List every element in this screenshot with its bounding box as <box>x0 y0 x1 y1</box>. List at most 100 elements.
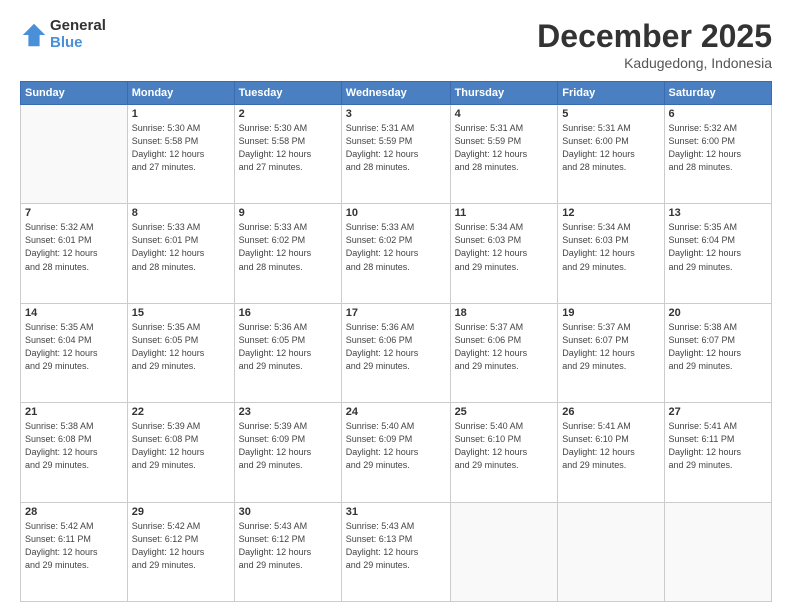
col-header-thursday: Thursday <box>450 82 558 105</box>
calendar-cell: 25Sunrise: 5:40 AM Sunset: 6:10 PM Dayli… <box>450 403 558 502</box>
day-info: Sunrise: 5:34 AM Sunset: 6:03 PM Dayligh… <box>455 221 554 273</box>
day-number: 8 <box>132 207 230 219</box>
day-number: 13 <box>669 207 767 219</box>
day-info: Sunrise: 5:34 AM Sunset: 6:03 PM Dayligh… <box>562 221 659 273</box>
day-info: Sunrise: 5:39 AM Sunset: 6:08 PM Dayligh… <box>132 420 230 472</box>
calendar-cell: 8 Sunrise: 5:33 AM Sunset: 6:01 PM Daylig… <box>127 204 234 303</box>
day-info: Sunrise: 5:39 AM Sunset: 6:09 PM Dayligh… <box>239 420 337 472</box>
calendar-cell: 15 Sunrise: 5:35 AM Sunset: 6:05 PM Dayli… <box>127 303 234 402</box>
day-info: Sunrise: 5:31 AM Sunset: 6:00 PM Dayligh… <box>562 122 659 174</box>
col-header-friday: Friday <box>558 82 664 105</box>
col-header-monday: Monday <box>127 82 234 105</box>
day-info: Sunrise: 5:33 AM Sunset: 6:02 PM Dayligh… <box>346 221 446 273</box>
day-number: 15 <box>132 307 230 319</box>
logo-icon <box>20 21 48 49</box>
day-info: Sunrise: 5:42 AM Sunset: 6:11 PM Dayligh… <box>25 520 123 572</box>
col-header-sunday: Sunday <box>21 82 128 105</box>
day-number: 17 <box>346 307 446 319</box>
day-number: 11 <box>455 207 554 219</box>
calendar-cell: 17Sunrise: 5:36 AM Sunset: 6:06 PM Dayli… <box>341 303 450 402</box>
calendar-cell: 6Sunrise: 5:32 AM Sunset: 6:00 PM Daylig… <box>664 105 771 204</box>
col-header-saturday: Saturday <box>664 82 771 105</box>
day-number: 12 <box>562 207 659 219</box>
day-info: Sunrise: 5:36 AM Sunset: 6:05 PM Dayligh… <box>239 321 337 373</box>
week-row-3: 21 Sunrise: 5:38 AM Sunset: 6:08 PM Dayli… <box>21 403 772 502</box>
day-number: 4 <box>455 108 554 120</box>
calendar-header-row: SundayMondayTuesdayWednesdayThursdayFrid… <box>21 82 772 105</box>
day-info: Sunrise: 5:31 AM Sunset: 5:59 PM Dayligh… <box>346 122 446 174</box>
day-number: 19 <box>562 307 659 319</box>
day-info: Sunrise: 5:38 AM Sunset: 6:07 PM Dayligh… <box>669 321 767 373</box>
day-number: 27 <box>669 406 767 418</box>
day-number: 14 <box>25 307 123 319</box>
day-info: Sunrise: 5:43 AM Sunset: 6:13 PM Dayligh… <box>346 520 446 572</box>
calendar-cell: 16 Sunrise: 5:36 AM Sunset: 6:05 PM Dayli… <box>234 303 341 402</box>
calendar-cell: 12 Sunrise: 5:34 AM Sunset: 6:03 PM Dayli… <box>558 204 664 303</box>
day-number: 29 <box>132 506 230 518</box>
day-info: Sunrise: 5:42 AM Sunset: 6:12 PM Dayligh… <box>132 520 230 572</box>
calendar-cell: 20 Sunrise: 5:38 AM Sunset: 6:07 PM Dayli… <box>664 303 771 402</box>
day-info: Sunrise: 5:33 AM Sunset: 6:02 PM Dayligh… <box>239 221 337 273</box>
day-number: 28 <box>25 506 123 518</box>
day-number: 25 <box>455 406 554 418</box>
calendar-cell: 31 Sunrise: 5:43 AM Sunset: 6:13 PM Dayli… <box>341 502 450 601</box>
calendar-cell: 30Sunrise: 5:43 AM Sunset: 6:12 PM Dayli… <box>234 502 341 601</box>
calendar-cell: 28 Sunrise: 5:42 AM Sunset: 6:11 PM Dayli… <box>21 502 128 601</box>
day-number: 6 <box>669 108 767 120</box>
calendar-cell: 23 Sunrise: 5:39 AM Sunset: 6:09 PM Dayli… <box>234 403 341 502</box>
day-info: Sunrise: 5:33 AM Sunset: 6:01 PM Dayligh… <box>132 221 230 273</box>
calendar-cell: 1 Sunrise: 5:30 AM Sunset: 5:58 PM Daylig… <box>127 105 234 204</box>
calendar-cell <box>21 105 128 204</box>
location-title: Kadugedong, Indonesia <box>537 55 772 71</box>
day-number: 20 <box>669 307 767 319</box>
day-info: Sunrise: 5:30 AM Sunset: 5:58 PM Dayligh… <box>132 122 230 174</box>
day-number: 9 <box>239 207 337 219</box>
calendar-body: 1 Sunrise: 5:30 AM Sunset: 5:58 PM Daylig… <box>21 105 772 602</box>
week-row-0: 1 Sunrise: 5:30 AM Sunset: 5:58 PM Daylig… <box>21 105 772 204</box>
day-number: 21 <box>25 406 123 418</box>
day-number: 22 <box>132 406 230 418</box>
calendar-cell: 2 Sunrise: 5:30 AM Sunset: 5:58 PM Daylig… <box>234 105 341 204</box>
day-number: 31 <box>346 506 446 518</box>
week-row-2: 14 Sunrise: 5:35 AM Sunset: 6:04 PM Dayli… <box>21 303 772 402</box>
day-info: Sunrise: 5:37 AM Sunset: 6:06 PM Dayligh… <box>455 321 554 373</box>
day-info: Sunrise: 5:38 AM Sunset: 6:08 PM Dayligh… <box>25 420 123 472</box>
calendar-cell: 18 Sunrise: 5:37 AM Sunset: 6:06 PM Dayli… <box>450 303 558 402</box>
day-info: Sunrise: 5:35 AM Sunset: 6:04 PM Dayligh… <box>669 221 767 273</box>
day-number: 5 <box>562 108 659 120</box>
day-info: Sunrise: 5:31 AM Sunset: 5:59 PM Dayligh… <box>455 122 554 174</box>
calendar-cell <box>664 502 771 601</box>
calendar-cell: 26Sunrise: 5:41 AM Sunset: 6:10 PM Dayli… <box>558 403 664 502</box>
day-number: 23 <box>239 406 337 418</box>
calendar-cell: 13 Sunrise: 5:35 AM Sunset: 6:04 PM Dayli… <box>664 204 771 303</box>
calendar-table: SundayMondayTuesdayWednesdayThursdayFrid… <box>20 81 772 602</box>
calendar-cell: 3Sunrise: 5:31 AM Sunset: 5:59 PM Daylig… <box>341 105 450 204</box>
logo: General Blue <box>20 18 106 51</box>
calendar-cell: 7Sunrise: 5:32 AM Sunset: 6:01 PM Daylig… <box>21 204 128 303</box>
logo-text: General Blue <box>50 18 106 51</box>
day-number: 16 <box>239 307 337 319</box>
day-info: Sunrise: 5:40 AM Sunset: 6:09 PM Dayligh… <box>346 420 446 472</box>
logo-blue: Blue <box>50 35 106 52</box>
day-number: 24 <box>346 406 446 418</box>
col-header-tuesday: Tuesday <box>234 82 341 105</box>
page: General Blue December 2025 Kadugedong, I… <box>0 0 792 612</box>
day-info: Sunrise: 5:35 AM Sunset: 6:04 PM Dayligh… <box>25 321 123 373</box>
calendar-cell: 24 Sunrise: 5:40 AM Sunset: 6:09 PM Dayli… <box>341 403 450 502</box>
day-info: Sunrise: 5:30 AM Sunset: 5:58 PM Dayligh… <box>239 122 337 174</box>
calendar-cell: 9 Sunrise: 5:33 AM Sunset: 6:02 PM Daylig… <box>234 204 341 303</box>
day-info: Sunrise: 5:41 AM Sunset: 6:11 PM Dayligh… <box>669 420 767 472</box>
week-row-4: 28 Sunrise: 5:42 AM Sunset: 6:11 PM Dayli… <box>21 502 772 601</box>
day-number: 18 <box>455 307 554 319</box>
day-info: Sunrise: 5:35 AM Sunset: 6:05 PM Dayligh… <box>132 321 230 373</box>
day-info: Sunrise: 5:37 AM Sunset: 6:07 PM Dayligh… <box>562 321 659 373</box>
day-number: 30 <box>239 506 337 518</box>
day-info: Sunrise: 5:41 AM Sunset: 6:10 PM Dayligh… <box>562 420 659 472</box>
day-number: 1 <box>132 108 230 120</box>
day-number: 2 <box>239 108 337 120</box>
calendar-cell <box>450 502 558 601</box>
calendar-cell: 4 Sunrise: 5:31 AM Sunset: 5:59 PM Daylig… <box>450 105 558 204</box>
calendar-cell: 27 Sunrise: 5:41 AM Sunset: 6:11 PM Dayli… <box>664 403 771 502</box>
col-header-wednesday: Wednesday <box>341 82 450 105</box>
week-row-1: 7Sunrise: 5:32 AM Sunset: 6:01 PM Daylig… <box>21 204 772 303</box>
